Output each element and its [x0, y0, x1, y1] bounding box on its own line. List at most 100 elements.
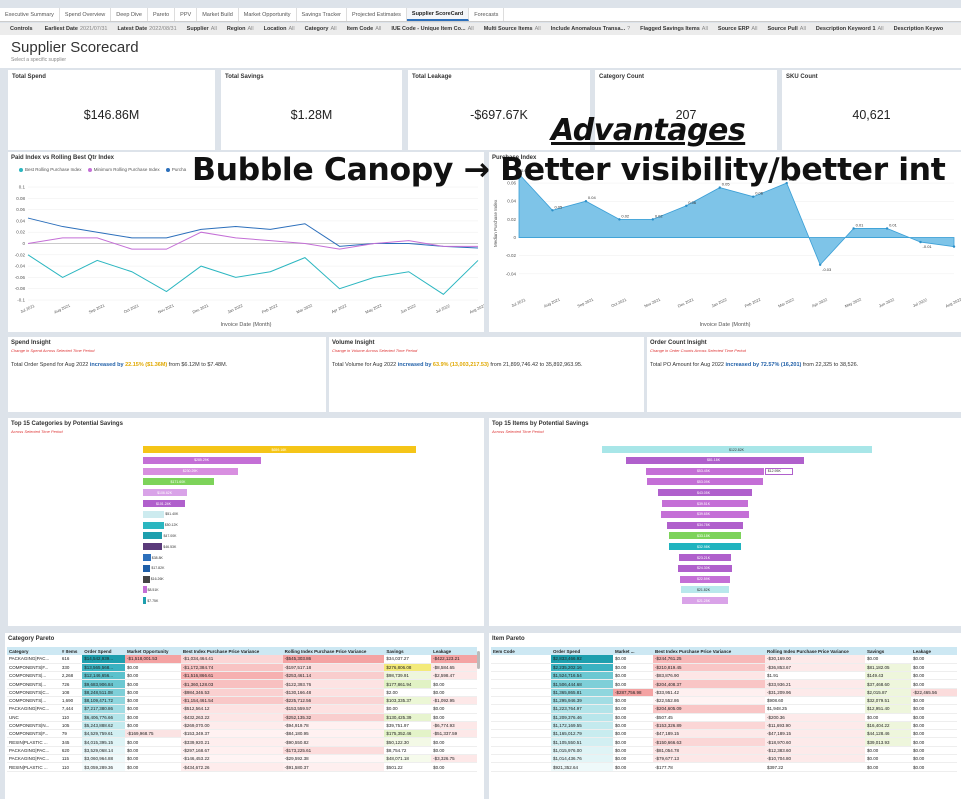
tab-projected-estimates[interactable]: Projected Estimates [347, 8, 407, 21]
table-row[interactable]: $1,506,444.68 $0.00 -$204,408.37 -$33,936.2… [491, 679, 957, 689]
table-row[interactable]: RESIN|PLASTIC ... 110 $3,059,289.36 $0.00 -$… [7, 762, 477, 772]
bar-label: $39.51K [697, 501, 711, 506]
category-bar[interactable] [143, 521, 164, 529]
tab-executive-summary[interactable]: Executive Summary [0, 8, 60, 21]
table-row[interactable]: RESIN|PLASTIC ... 345 $4,015,395.15 $0.00 -$… [7, 737, 477, 747]
table-row[interactable]: $1,172,169.55 $0.00 -$153,326.89 -$11,693.9… [491, 721, 957, 731]
table-row[interactable]: PACKAGING|PAC... 7,444 $7,217,380.86 $0.00-… [7, 704, 477, 714]
table-row[interactable]: $1,209,376.46 $0.00 -$507.45 -$200.36 $0.00 $… [491, 713, 957, 722]
table-row[interactable]: UNC 110 $6,406,776.66 $0.00 -$432,263.22 -$25… [7, 713, 477, 722]
data-point[interactable] [818, 263, 822, 266]
table-row[interactable]: COMPONENTS|F... 79 $4,529,759.61 -$169,968.… [7, 729, 477, 739]
column-header[interactable]: Leakage [431, 647, 477, 655]
data-point[interactable] [752, 195, 755, 198]
table-row[interactable]: $1,105,550.51 $0.00 -$150,666.63 -$18,970.6… [491, 737, 957, 747]
filter-iue-code-unique-item-co-[interactable]: IUE Code - Unique Item Co... All [391, 26, 473, 32]
table-row[interactable]: $1,165,012.79 $0.00 -$47,189.15 -$47,189.15… [491, 729, 957, 739]
filter-description-keyword-1[interactable]: Description Keyword 1 All [816, 26, 884, 32]
filter-include-anomalous-transa-[interactable]: Include Anomalous Transa...? [551, 26, 630, 32]
column-header[interactable]: Rolling Index Purchase Price Variance [765, 647, 865, 655]
tab-market-build[interactable]: Market Build [197, 8, 239, 21]
table-row[interactable]: $1,365,865.81 -$287,756.98 -$33,951.42 -$31… [491, 688, 957, 698]
category-bar[interactable] [143, 543, 163, 551]
tab-forecasts[interactable]: Forecasts [469, 8, 505, 21]
data-point[interactable] [618, 218, 621, 221]
table-row[interactable]: $1,295,946.39 $0.00 -$22,552.86 $908.60 $32,… [491, 696, 957, 706]
table-row[interactable]: $921,352.64 $0.00 -$177.78 $397.22 $0.00 $0.0… [491, 762, 957, 772]
category-bar[interactable] [143, 575, 150, 583]
x-axis-title: Invoice Date (Month) [699, 322, 751, 328]
bar-label: $24.30K [696, 566, 711, 571]
filter-source-erp[interactable]: Source ERP All [718, 26, 758, 32]
tab-spend-overview[interactable]: Spend Overview [60, 8, 112, 21]
filter-flagged-savings-items[interactable]: Flagged Savings Items All [640, 26, 708, 32]
category-bar[interactable] [143, 554, 151, 561]
table-row[interactable]: COMPONENTS|F... 330 $13,565,568... $0.00 -$1… [7, 663, 477, 673]
filter-supplier[interactable]: Supplier All [187, 26, 217, 32]
filter-label: Source Pull [767, 26, 798, 32]
filter-source-pull[interactable]: Source Pull All [768, 26, 806, 32]
category-bar[interactable] [143, 597, 147, 605]
column-header[interactable]: Rolling Index Purchase Price Variance [282, 647, 385, 655]
column-header[interactable]: Best Index Purchase Price Variance [180, 647, 283, 655]
tab-ppv[interactable]: PPV [175, 8, 198, 21]
table-row[interactable]: $2,235,202.16 $0.00 -$210,819.45 -$36,853.6… [491, 663, 957, 673]
table-row[interactable]: PACKAGING|PAC... 115 $3,060,964.88 $0.00 -$1… [7, 754, 477, 764]
table-row[interactable]: COMPONENTS|... 1,690 $8,109,471.72 $0.00 -$1… [7, 696, 477, 706]
column-header[interactable]: Market ... [613, 647, 653, 655]
table-row[interactable]: COMPONENTS|N... 105 $5,243,888.62 $0.00 -$26… [7, 721, 477, 731]
chart-title: Top 15 Categories by Potential Savings [11, 421, 123, 427]
data-point[interactable] [685, 204, 688, 207]
category-bar[interactable] [143, 586, 147, 594]
filter-earliest-date[interactable]: Earliest Date 2021/07/31 [45, 26, 108, 32]
data-point[interactable] [852, 227, 855, 230]
category-bar[interactable] [143, 532, 163, 540]
filter-multi-source-items[interactable]: Multi Source Items All [484, 26, 541, 32]
filter-category[interactable]: Category All [305, 26, 337, 32]
table-row[interactable]: PACKAGING|PAC... 620 $3,529,068.14 $0.00 -$2… [7, 746, 477, 756]
column-header[interactable]: Order Spend [551, 647, 613, 655]
table-row[interactable]: COMPONENTS|... 726 $9,683,906.84 $0.00 -$1,3… [7, 679, 477, 689]
table-row[interactable]: $1,014,436.76 $0.00 -$79,677.13 -$10,704.80… [491, 754, 957, 764]
data-point[interactable] [651, 218, 655, 221]
table-row[interactable]: $2,833,466.92 $0.00 -$244,761.25 -$30,169.0… [491, 655, 957, 664]
data-point[interactable] [584, 200, 588, 203]
table-row[interactable]: $1,015,976.00 $0.00 -$81,054.78 -$12,383.60… [491, 746, 957, 756]
table-cell: -$545,303.86 [282, 655, 385, 664]
filter-item-code[interactable]: Item Code All [347, 26, 382, 32]
filter-description-keywo[interactable]: Description Keywo [894, 26, 946, 32]
tab-market-opportunity[interactable]: Market Opportunity [239, 8, 297, 21]
tab-deep-dive[interactable]: Deep Dive [111, 8, 148, 21]
column-header[interactable]: Market Opportunity [124, 647, 181, 655]
data-point[interactable] [919, 240, 922, 244]
tab-savings-tracker[interactable]: Savings Tracker [297, 8, 347, 21]
filter-location[interactable]: Location All [264, 26, 295, 32]
column-header[interactable]: Savings [384, 647, 432, 655]
tab-pareto[interactable]: Pareto [148, 8, 176, 21]
table-row[interactable]: $1,223,764.97 $0.00 -$204,605.09 $1,948.25 $… [491, 704, 957, 714]
table-scrollbar[interactable] [477, 651, 480, 669]
tab-supplier-scorecard[interactable]: Supplier ScoreCard [406, 8, 470, 21]
table-cell: $0.00 [124, 696, 181, 706]
filter-label: Earliest Date [44, 26, 78, 32]
page-subtitle[interactable]: Select a specific supplier [11, 57, 66, 63]
column-header[interactable]: Category [7, 647, 60, 655]
column-header[interactable]: Order Spend [82, 647, 125, 655]
filter-latest-date[interactable]: Latest Date 2022/08/31 [117, 26, 176, 32]
filter-controls[interactable]: Controls [10, 26, 35, 32]
table-row[interactable]: COMPONENTS|C... 108 $8,248,511.08 $0.00 -$98… [7, 688, 477, 698]
data-point[interactable] [551, 209, 554, 212]
table-row[interactable]: PACKAGING|PAC... 616 $14,542,939... -$1,518… [7, 655, 477, 664]
column-header[interactable]: Best Index Purchase Price Variance [653, 647, 765, 655]
data-point[interactable] [885, 227, 889, 230]
filter-region[interactable]: Region All [227, 26, 254, 32]
category-bar[interactable] [143, 510, 165, 518]
column-header[interactable]: Leakage [911, 647, 957, 655]
column-header[interactable]: Item Code [491, 647, 551, 655]
table-row[interactable]: COMPONENTS|... 2,268 $12,146,656... $0.00 -$… [7, 671, 477, 681]
column-header[interactable]: # Items [59, 647, 83, 655]
category-bar[interactable] [143, 564, 151, 572]
data-point[interactable] [952, 245, 956, 248]
column-header[interactable]: Savings [865, 647, 911, 655]
table-row[interactable]: $1,524,716.54 $0.00 -$83,876.90 $1.91 $149.4… [491, 671, 957, 681]
